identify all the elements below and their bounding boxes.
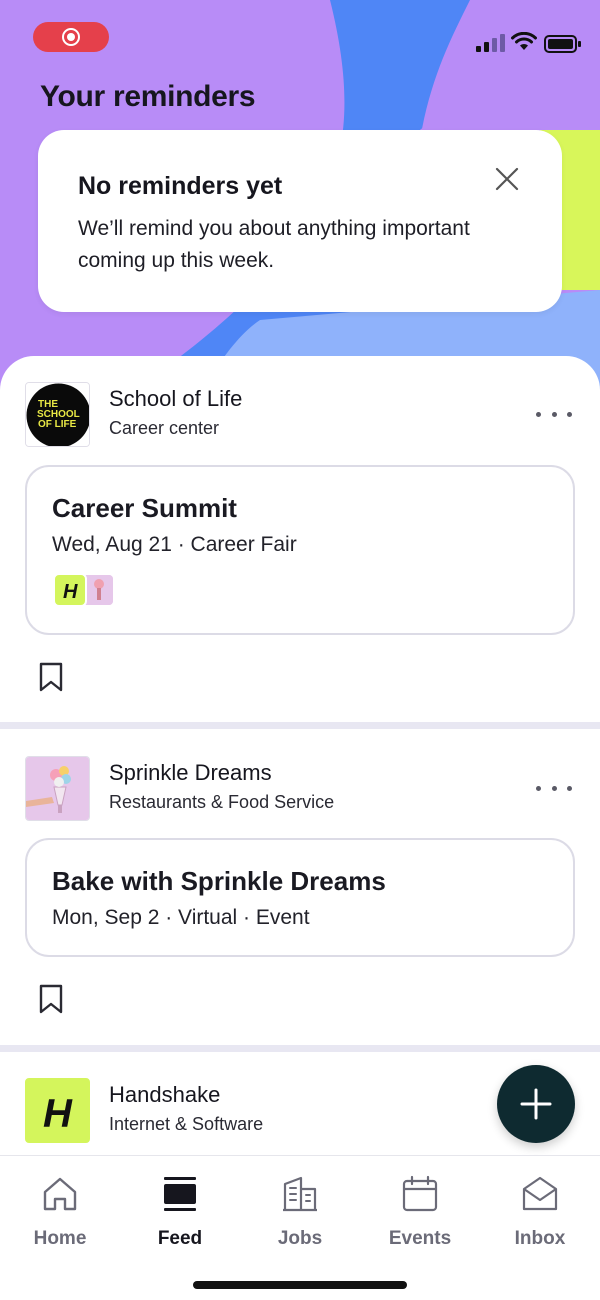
org-name[interactable]: Sprinkle Dreams	[109, 760, 272, 786]
org-name[interactable]: School of Life	[109, 386, 242, 412]
bookmark-button[interactable]	[38, 984, 64, 1014]
nav-inbox-label: Inbox	[514, 1228, 566, 1249]
nav-jobs[interactable]: Jobs	[245, 1174, 355, 1254]
org-logo-sprinkle-dreams[interactable]	[25, 756, 90, 821]
bookmark-icon	[39, 984, 63, 1014]
close-icon	[495, 167, 519, 191]
home-icon	[43, 1177, 77, 1211]
feed-divider	[0, 722, 600, 729]
attendee-avatars: H	[53, 573, 115, 607]
reminder-card: No reminders yet We’ll remind you about …	[38, 130, 562, 312]
bookmark-icon	[39, 662, 63, 692]
page-title: Your reminders	[40, 80, 256, 113]
bookmark-button[interactable]	[38, 662, 64, 692]
dot-icon	[551, 411, 557, 417]
event-card[interactable]: Career Summit Wed, Aug 21 · Career Fair …	[25, 465, 575, 635]
nav-home-label: Home	[33, 1228, 87, 1249]
status-bar	[0, 0, 600, 80]
org-logo-handshake[interactable]: H	[25, 1078, 90, 1143]
calendar-icon	[402, 1175, 438, 1212]
nav-feed-label: Feed	[157, 1228, 203, 1249]
battery-icon	[544, 35, 581, 53]
svg-text:H: H	[43, 1092, 73, 1136]
nav-feed[interactable]: Feed	[125, 1174, 235, 1254]
building-icon	[283, 1176, 317, 1212]
event-meta: Wed, Aug 21 · Career Fair	[52, 533, 297, 556]
feed-list: THE SCHOOL OF LIFE School of Life Career…	[0, 356, 600, 1156]
event-title: Career Summit	[52, 493, 237, 523]
wifi-icon	[511, 32, 537, 50]
more-options-button[interactable]	[536, 778, 572, 798]
reminder-title: No reminders yet	[78, 172, 283, 200]
event-meta: Mon, Sep 2 · Virtual · Event	[52, 906, 310, 929]
feed-post-header[interactable]: Sprinkle Dreams Restaurants & Food Servi…	[0, 756, 600, 826]
nav-events[interactable]: Events	[365, 1174, 475, 1254]
bottom-navigation: Home Feed Jobs Events Inbox	[0, 1155, 600, 1300]
nav-jobs-label: Jobs	[277, 1228, 323, 1249]
dot-icon	[567, 411, 572, 417]
org-category: Restaurants & Food Service	[109, 792, 335, 812]
dot-icon	[536, 411, 541, 417]
more-options-button[interactable]	[536, 404, 572, 424]
org-category: Career center	[109, 418, 220, 438]
org-logo-school-of-life[interactable]: THE SCHOOL OF LIFE	[25, 382, 90, 447]
screen-recording-indicator[interactable]	[33, 22, 109, 52]
event-title: Bake with Sprinkle Dreams	[52, 866, 386, 896]
record-icon	[62, 28, 80, 46]
envelope-icon	[522, 1176, 558, 1211]
plus-icon	[520, 1088, 552, 1120]
nav-inbox[interactable]: Inbox	[485, 1174, 595, 1254]
org-category: Internet & Software	[109, 1114, 264, 1134]
dot-icon	[536, 785, 541, 791]
home-indicator[interactable]	[193, 1281, 407, 1289]
cellular-signal-icon	[476, 34, 505, 52]
attendee-avatar-handshake: H	[53, 573, 87, 607]
reminder-text: We’ll remind you about anything importan…	[78, 217, 470, 272]
org-name[interactable]: Handshake	[109, 1082, 220, 1108]
close-reminder-button[interactable]	[490, 162, 524, 196]
svg-text:H: H	[63, 581, 78, 603]
dot-icon	[551, 785, 557, 791]
feed-divider	[0, 1045, 600, 1052]
event-card[interactable]: Bake with Sprinkle Dreams Mon, Sep 2 · V…	[25, 838, 575, 957]
nav-home[interactable]: Home	[5, 1174, 115, 1254]
svg-text:OF LIFE: OF LIFE	[38, 419, 77, 430]
feed-icon	[164, 1177, 196, 1211]
create-post-button[interactable]	[497, 1065, 575, 1143]
feed-post-header[interactable]: THE SCHOOL OF LIFE School of Life Career…	[0, 382, 600, 452]
dot-icon	[567, 785, 572, 791]
nav-events-label: Events	[388, 1228, 452, 1249]
